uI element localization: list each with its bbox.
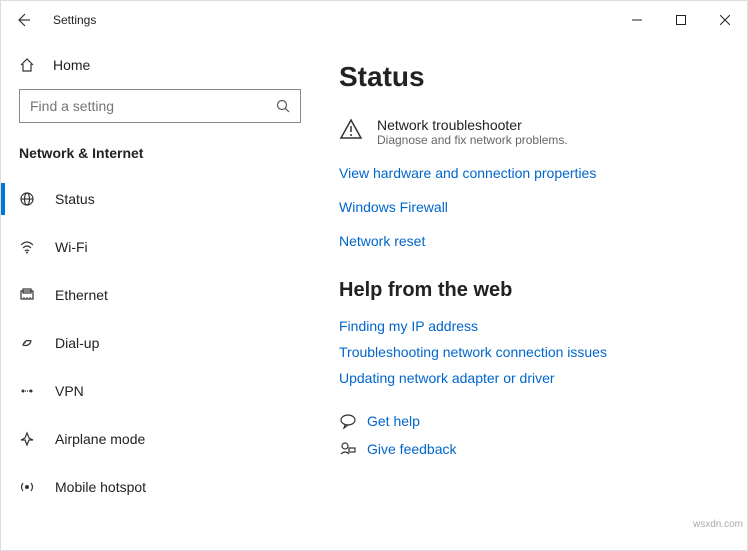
sidebar-item-label: Airplane mode	[55, 431, 145, 447]
window-title: Settings	[53, 13, 96, 27]
page-title: Status	[339, 61, 729, 93]
back-arrow-icon[interactable]	[15, 12, 39, 28]
window-controls	[615, 4, 747, 36]
sidebar-item-label: VPN	[55, 383, 84, 399]
sidebar-item-airplane[interactable]: Airplane mode	[1, 415, 319, 463]
sidebar: Home Network & Internet Status	[1, 39, 319, 550]
sidebar-nav: Status Wi-Fi Ethernet Dial-up	[1, 175, 319, 511]
dialup-icon	[19, 335, 41, 351]
status-icon	[19, 191, 41, 207]
airplane-icon	[19, 431, 41, 447]
troubleshooter-title: Network troubleshooter	[377, 117, 568, 133]
get-help-row[interactable]: Get help	[339, 412, 729, 430]
sidebar-item-label: Wi-Fi	[55, 239, 88, 255]
body: Home Network & Internet Status	[1, 39, 747, 550]
wifi-icon	[19, 239, 41, 255]
search-box[interactable]	[19, 89, 301, 123]
get-help-link: Get help	[367, 413, 420, 429]
titlebar-left: Settings	[1, 12, 96, 28]
vpn-icon	[19, 383, 41, 399]
sidebar-item-label: Mobile hotspot	[55, 479, 146, 495]
help-link-troubleshoot[interactable]: Troubleshooting network connection issue…	[339, 344, 729, 360]
sidebar-item-label: Status	[55, 191, 95, 207]
help-link-adapter[interactable]: Updating network adapter or driver	[339, 370, 729, 386]
search-wrap	[1, 83, 319, 135]
sidebar-item-label: Ethernet	[55, 287, 108, 303]
link-windows-firewall[interactable]: Windows Firewall	[339, 199, 729, 215]
sidebar-item-label: Dial-up	[55, 335, 99, 351]
sidebar-item-ethernet[interactable]: Ethernet	[1, 271, 319, 319]
give-feedback-link: Give feedback	[367, 441, 457, 457]
troubleshooter-row[interactable]: Network troubleshooter Diagnose and fix …	[339, 117, 729, 147]
link-network-reset[interactable]: Network reset	[339, 233, 729, 249]
search-input[interactable]	[30, 98, 276, 114]
minimize-button[interactable]	[615, 4, 659, 36]
give-feedback-row[interactable]: Give feedback	[339, 440, 729, 458]
footer-links: Get help Give feedback	[339, 412, 729, 458]
sidebar-section-title: Network & Internet	[1, 135, 319, 175]
feedback-icon	[339, 440, 367, 458]
maximize-button[interactable]	[659, 4, 703, 36]
troubleshooter-subtitle: Diagnose and fix network problems.	[377, 133, 568, 147]
home-nav-item[interactable]: Home	[1, 47, 319, 83]
titlebar: Settings	[1, 1, 747, 39]
search-icon	[276, 99, 290, 113]
main-content: Status Network troubleshooter Diagnose a…	[319, 39, 747, 550]
ethernet-icon	[19, 287, 41, 303]
troubleshooter-text: Network troubleshooter Diagnose and fix …	[377, 117, 568, 147]
sidebar-item-vpn[interactable]: VPN	[1, 367, 319, 415]
hotspot-icon	[19, 479, 41, 495]
help-heading: Help from the web	[339, 279, 729, 302]
home-icon	[19, 57, 41, 73]
help-chat-icon	[339, 412, 367, 430]
warning-icon	[339, 117, 367, 141]
sidebar-item-wifi[interactable]: Wi-Fi	[1, 223, 319, 271]
link-hardware-properties[interactable]: View hardware and connection properties	[339, 165, 729, 181]
sidebar-item-hotspot[interactable]: Mobile hotspot	[1, 463, 319, 511]
watermark: wsxdn.com	[693, 519, 743, 530]
sidebar-item-status[interactable]: Status	[1, 175, 319, 223]
home-label: Home	[53, 57, 90, 73]
help-link-ip[interactable]: Finding my IP address	[339, 318, 729, 334]
close-button[interactable]	[703, 4, 747, 36]
sidebar-item-dialup[interactable]: Dial-up	[1, 319, 319, 367]
